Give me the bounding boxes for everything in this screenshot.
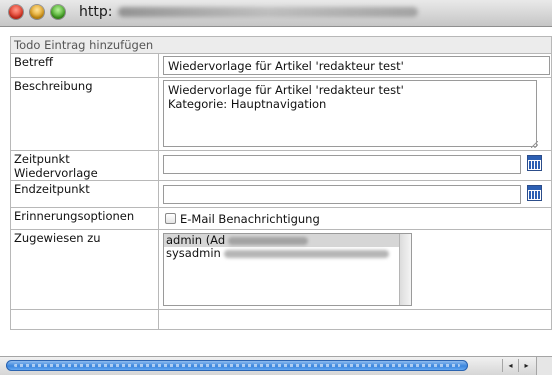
assigned-to-listbox[interactable]: admin (Ad sysadmin xyxy=(163,233,412,306)
calendar-icon[interactable] xyxy=(527,185,542,201)
reminder-label: Erinnerungsoptionen xyxy=(10,207,159,230)
subject-label: Betreff xyxy=(10,53,159,78)
resubmission-label: Zeitpunkt Wiedervorlage xyxy=(10,150,159,181)
description-label: Beschreibung xyxy=(10,77,159,151)
list-item-label: sysadmin xyxy=(166,246,221,260)
empty-value-cell xyxy=(158,309,552,330)
subject-input[interactable]: Wiedervorlage für Artikel 'redakteur tes… xyxy=(163,56,550,75)
redacted-url xyxy=(118,7,418,17)
zoom-window-button[interactable] xyxy=(51,5,65,19)
scroll-right-arrow-icon[interactable]: ▸ xyxy=(518,359,534,372)
email-notification-label: E-Mail Benachrichtigung xyxy=(180,212,320,226)
close-window-button[interactable] xyxy=(9,5,23,19)
assigned-to-label: Zugewiesen zu xyxy=(10,229,159,310)
end-time-label: Endzeitpunkt xyxy=(10,180,159,208)
list-item-label: admin (Ad xyxy=(166,233,226,247)
empty-label-cell xyxy=(10,309,159,330)
scroll-left-arrow-icon[interactable]: ◂ xyxy=(502,359,518,372)
redacted-text xyxy=(223,249,389,258)
todo-form: Todo Eintrag hinzufügen Betreff Wiedervo… xyxy=(10,36,552,330)
form-title: Todo Eintrag hinzufügen xyxy=(10,36,552,54)
resubmission-date-input[interactable] xyxy=(163,155,521,174)
minimize-window-button[interactable] xyxy=(30,5,44,19)
textarea-resize-handle[interactable] xyxy=(531,141,538,148)
description-textarea[interactable]: Wiedervorlage für Artikel 'redakteur tes… xyxy=(163,80,537,147)
listbox-scrollbar[interactable] xyxy=(399,234,411,305)
calendar-icon[interactable] xyxy=(527,155,542,171)
scrollbar-thumb[interactable] xyxy=(6,360,468,371)
resize-corner[interactable] xyxy=(536,357,552,375)
email-notification-checkbox[interactable] xyxy=(165,213,176,224)
end-time-date-input[interactable] xyxy=(163,185,521,204)
window-title-url: http: xyxy=(79,4,113,20)
list-item[interactable]: sysadmin xyxy=(164,247,411,260)
horizontal-scrollbar[interactable]: ◂ ▸ xyxy=(0,356,552,375)
window-titlebar: http: xyxy=(0,0,552,27)
redacted-text xyxy=(228,236,309,245)
